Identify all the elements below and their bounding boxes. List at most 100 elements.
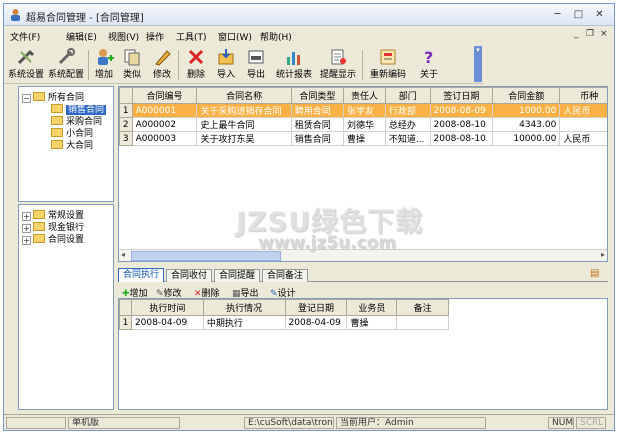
col-header-department[interactable]: 部门 [384, 87, 431, 104]
cell-owner[interactable]: 曹操 [343, 131, 386, 146]
toolbar-overflow-button[interactable]: ▾ [474, 46, 482, 82]
menu-tools[interactable]: 工具(T) [176, 30, 207, 43]
col-header-amount[interactable]: 合同金额 [492, 87, 561, 104]
cell-amount[interactable]: 4343.00 [492, 117, 561, 132]
similar-label: 类似 [122, 70, 141, 80]
system-config-button[interactable]: 系统配置 [48, 48, 84, 82]
about-button[interactable]: ? 关于 [414, 48, 444, 82]
cell-contract-no[interactable]: A000002 [131, 117, 198, 132]
col-header-exec-time[interactable]: 执行时间 [130, 299, 204, 316]
tab-contract-notes[interactable]: 合同备注 [262, 269, 309, 282]
col-header-sign-date[interactable]: 签订日期 [429, 87, 494, 104]
tree-item-contract-settings[interactable]: + 合同设置 [22, 232, 84, 245]
title-bar[interactable]: 超易合同管理 - [合同管理] ─ □ ✕ [4, 4, 614, 26]
cell-sign-date[interactable]: 2008-08-10 [429, 131, 494, 146]
table-row[interactable]: 1 A000001 关于采购进销存合同 聘用合同 张学友 行政部 2008-08… [119, 103, 607, 118]
col-header-register-date[interactable]: 登记日期 [284, 299, 348, 316]
cell-owner[interactable]: 刘德华 [343, 117, 386, 132]
cell-remark[interactable] [396, 315, 449, 330]
menu-file[interactable]: 文件(F) [10, 30, 40, 43]
app-window: 超易合同管理 - [合同管理] ─ □ ✕ 文件(F) 编辑(E) 视图(V) … [3, 3, 615, 431]
status-mode: 单机版 [68, 417, 180, 429]
cell-salesperson[interactable]: 曹操 [346, 315, 398, 330]
stats-report-button[interactable]: 统计报表 [274, 48, 314, 82]
table-row[interactable]: 2 A000002 史上最牛合同 租赁合同 刘德华 总经办 2008-08-10… [119, 117, 607, 132]
watermark: JZSU绿色下载 www.jz5u.com [236, 200, 436, 256]
col-header-contract-type[interactable]: 合同类型 [290, 87, 345, 104]
col-header-currency[interactable]: 币种 [559, 87, 607, 104]
reminder-display-label: 提醒显示 [319, 70, 356, 80]
cell-contract-name[interactable]: 关于采购进销存合同 [196, 103, 292, 118]
mdi-minimize-icon[interactable]: _ [574, 29, 579, 39]
cell-contract-name[interactable]: 关于攻打东吴 [196, 131, 292, 146]
scroll-right-icon[interactable]: ▸ [601, 250, 605, 259]
add-button[interactable]: 增加 [92, 48, 116, 82]
maximize-button[interactable]: □ [570, 7, 587, 22]
import-button[interactable]: 导入 [214, 48, 238, 82]
cell-currency[interactable]: 人民币 [559, 103, 607, 118]
status-user: 当前用户：Admin [336, 417, 486, 429]
tree-item-large-contract[interactable]: 大合同 [51, 138, 93, 151]
cell-contract-type[interactable]: 聘用合同 [290, 103, 345, 118]
menu-window[interactable]: 窗口(W) [218, 30, 252, 43]
scroll-left-icon[interactable]: ◂ [121, 250, 125, 259]
menu-view[interactable]: 视图(V) [108, 30, 139, 43]
row-number: 2 [119, 117, 133, 132]
cell-contract-no[interactable]: A000001 [131, 103, 198, 118]
col-header-owner[interactable]: 责任人 [343, 87, 386, 104]
minimize-button[interactable]: ─ [549, 7, 566, 22]
cell-contract-no[interactable]: A000003 [131, 131, 198, 146]
reminder-display-button[interactable]: 提醒显示 [318, 48, 358, 82]
delete-button[interactable]: 删除 [184, 48, 208, 82]
cell-currency[interactable]: 人民币 [559, 131, 607, 146]
stats-report-label: 统计报表 [275, 70, 312, 80]
col-header-exec-status[interactable]: 执行情况 [202, 299, 286, 316]
panel-options-icon[interactable]: ▤ [590, 268, 599, 279]
cell-department[interactable]: 行政部 [384, 103, 431, 118]
menu-help[interactable]: 帮助(H) [260, 30, 292, 43]
cell-contract-name[interactable]: 史上最牛合同 [196, 117, 292, 132]
contract-tree-panel: − 所有合同 销售合同 采购合同 小合同 大合同 [18, 86, 114, 202]
cell-register-date[interactable]: 2008-04-09 [284, 315, 348, 330]
cell-department[interactable]: 不知道... [384, 131, 431, 146]
menu-action[interactable]: 操作 [146, 30, 164, 43]
system-settings-button[interactable]: 系统设置 [8, 48, 44, 82]
cell-sign-date[interactable]: 2008-08-09 [429, 103, 494, 118]
mdi-restore-icon[interactable]: ❐ [586, 29, 594, 39]
expand-icon[interactable]: + [22, 236, 31, 245]
cell-sign-date[interactable]: 2008-08-10 [429, 117, 494, 132]
col-header-contract-name[interactable]: 合同名称 [196, 87, 292, 104]
import-icon [218, 49, 234, 65]
col-header-remark[interactable]: 备注 [396, 299, 449, 316]
help-icon: ? [424, 48, 433, 66]
cell-amount[interactable]: 1000.00 [492, 103, 561, 118]
cell-contract-type[interactable]: 租赁合同 [290, 117, 345, 132]
close-button[interactable]: ✕ [591, 7, 608, 22]
cell-currency[interactable] [559, 117, 607, 132]
cell-exec-time[interactable]: 2008-04-09 [130, 315, 204, 330]
collapse-icon[interactable]: − [22, 94, 31, 103]
folder-icon [33, 92, 45, 101]
col-header-contract-no[interactable]: 合同编号 [131, 87, 198, 104]
folder-icon [51, 128, 63, 137]
col-header-salesperson[interactable]: 业务员 [346, 299, 398, 316]
folder-open-icon [51, 104, 63, 113]
cell-owner[interactable]: 张学友 [343, 103, 386, 118]
table-row[interactable]: 1 2008-04-09 中期执行 2008-04-09 曹操 [119, 315, 449, 330]
tab-contract-payments[interactable]: 合同收付 [166, 269, 213, 282]
cell-exec-status[interactable]: 中期执行 [202, 315, 286, 330]
edit-button[interactable]: 修改 [150, 48, 174, 82]
cell-amount[interactable]: 10000.00 [492, 131, 561, 146]
cell-department[interactable]: 总经办 [384, 117, 431, 132]
settings-tree-panel: + 常规设置 + 现金银行 + 合同设置 [18, 204, 114, 410]
menu-edit[interactable]: 编辑(E) [66, 30, 97, 43]
similar-button[interactable]: 类似 [120, 48, 144, 82]
export-button[interactable]: 导出 [244, 48, 268, 82]
mdi-close-icon[interactable]: × [600, 29, 608, 39]
table-row[interactable]: 3 A000003 关于攻打东吴 销售合同 曹操 不知道... 2008-08-… [119, 131, 607, 146]
status-scrl: SCRL [576, 417, 606, 429]
tab-contract-reminders[interactable]: 合同提醒 [214, 269, 261, 282]
cell-contract-type[interactable]: 销售合同 [290, 131, 345, 146]
tab-contract-execution[interactable]: 合同执行 [118, 268, 165, 282]
recode-button[interactable]: 重新编码 [368, 48, 408, 82]
